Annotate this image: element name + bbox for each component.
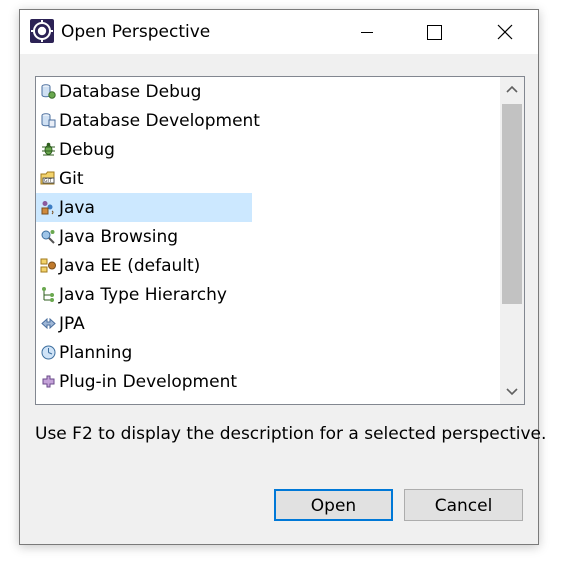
item-label: Java Type Hierarchy	[59, 285, 227, 305]
java-browsing-icon	[41, 230, 55, 244]
list-item-database-debug[interactable]: Database Debug	[36, 77, 252, 106]
svg-text:GIT: GIT	[44, 178, 52, 184]
item-label: Database Debug	[59, 82, 202, 102]
jpa-icon	[41, 317, 56, 330]
list-item-jpa[interactable]: JPA	[36, 309, 252, 338]
minimize-icon	[361, 32, 373, 33]
list-item-java-browsing[interactable]: Java Browsing	[36, 222, 252, 251]
list-item-java-ee[interactable]: Java EE (default)	[36, 251, 252, 280]
java-ee-icon	[40, 258, 56, 273]
java-icon	[41, 201, 54, 215]
plugin-development-icon	[42, 375, 55, 388]
scroll-down-button[interactable]	[500, 378, 524, 404]
scroll-thumb[interactable]	[502, 104, 522, 304]
item-label: Debug	[59, 140, 115, 160]
list-item-debug[interactable]: Debug	[36, 135, 252, 164]
minimize-button[interactable]	[344, 10, 390, 54]
git-icon: GIT	[40, 171, 55, 185]
maximize-icon	[427, 25, 442, 40]
title-bar[interactable]: Open Perspective	[20, 10, 538, 54]
debug-bug-icon	[42, 142, 55, 156]
eclipse-app-icon	[30, 19, 54, 43]
list-item-java[interactable]: Java	[36, 193, 252, 222]
list-item-planning[interactable]: Planning	[36, 338, 252, 367]
window-title: Open Perspective	[61, 22, 211, 42]
scroll-up-button[interactable]	[500, 77, 524, 103]
maximize-button[interactable]	[411, 10, 457, 54]
open-button[interactable]: Open	[274, 489, 393, 521]
perspective-list[interactable]: Database Debug Database Development Debu…	[35, 76, 525, 405]
item-label: JPA	[59, 314, 85, 334]
close-button[interactable]	[482, 10, 528, 54]
item-label: Planning	[59, 343, 133, 363]
item-label: Java EE (default)	[59, 256, 201, 276]
item-label: Java	[59, 198, 95, 218]
cancel-button[interactable]: Cancel	[404, 489, 523, 521]
list-item-database-development[interactable]: Database Development	[36, 106, 260, 135]
open-perspective-dialog: Open Perspective Database Debug Database…	[19, 9, 546, 545]
vertical-scrollbar[interactable]	[500, 77, 524, 404]
list-item-plugin-development[interactable]: Plug-in Development	[36, 367, 252, 396]
chevron-down-icon	[506, 388, 518, 396]
list-item-git[interactable]: GIT Git	[36, 164, 252, 193]
item-label: Java Browsing	[59, 227, 179, 247]
database-debug-icon	[41, 84, 56, 99]
planning-icon	[41, 345, 56, 360]
database-development-icon	[41, 113, 56, 128]
list-item-java-type-hierarchy[interactable]: Java Type Hierarchy	[36, 280, 252, 309]
item-label: Git	[59, 169, 84, 189]
item-label: Database Development	[59, 111, 260, 131]
chevron-up-icon	[506, 85, 518, 93]
description-hint: Use F2 to display the description for a …	[35, 424, 547, 444]
close-icon	[497, 24, 513, 40]
type-hierarchy-icon	[42, 287, 54, 302]
item-label: Plug-in Development	[59, 372, 238, 392]
